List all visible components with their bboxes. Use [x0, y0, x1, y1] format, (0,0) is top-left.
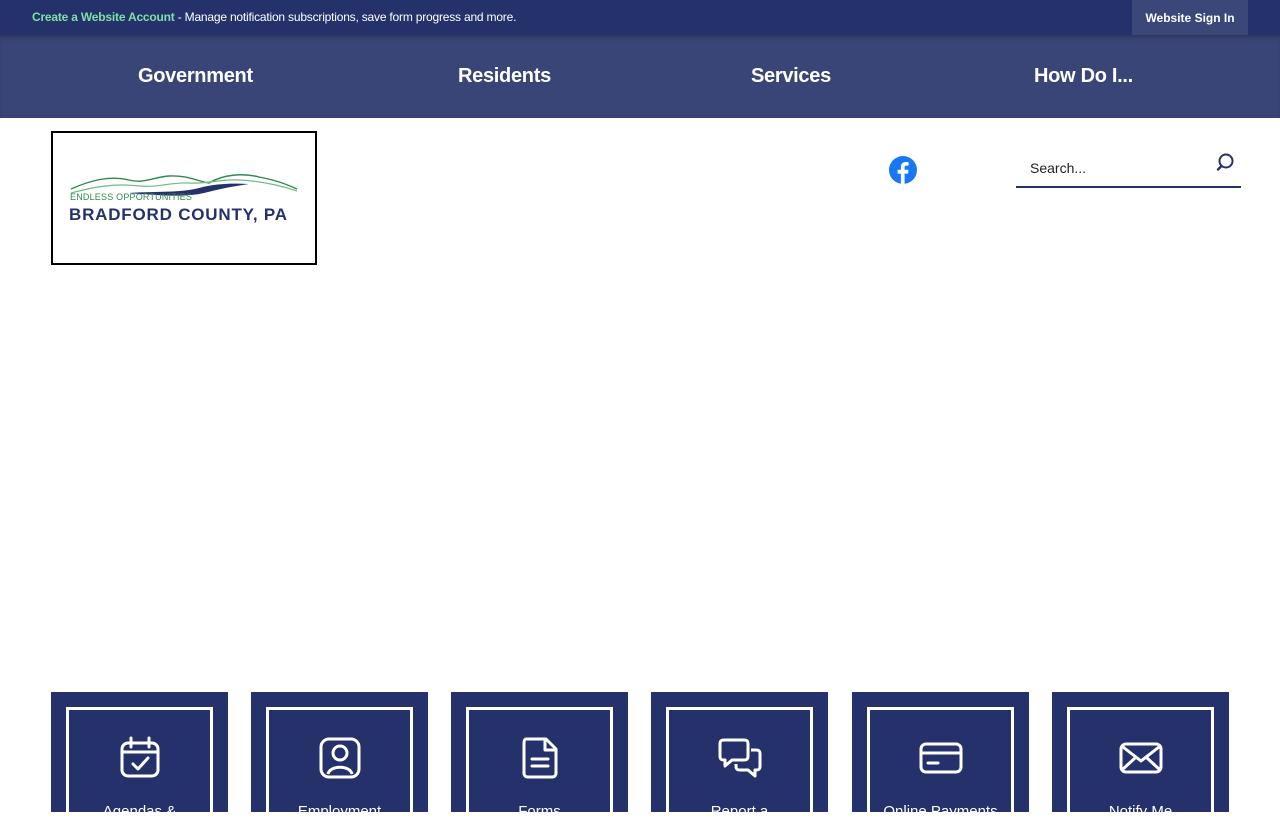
- tile-label: Forms: [518, 803, 561, 820]
- main-navigation: Government Residents Services How Do I..…: [0, 35, 1280, 118]
- account-message-text: - Manage notification subscriptions, sav…: [174, 10, 517, 24]
- site-logo[interactable]: ENDLESS OPPORTUNITIES BRADFORD COUNTY, P…: [51, 131, 317, 265]
- document-icon: [522, 737, 557, 779]
- quick-link-tile[interactable]: Notify Me: [1052, 692, 1229, 827]
- tile-frame: Employment: [266, 707, 413, 827]
- site-search: [1016, 148, 1241, 188]
- search-icon[interactable]: [1216, 152, 1238, 174]
- tile-label: Notify Me: [1108, 803, 1173, 820]
- credit-card-icon: [919, 742, 962, 774]
- calendar-check-icon: [120, 736, 159, 778]
- top-utility-bar: Create a Website Account - Manage notifi…: [0, 0, 1280, 35]
- account-message: Create a Website Account - Manage notifi…: [32, 10, 516, 24]
- logo-tagline: ENDLESS OPPORTUNITIES: [70, 192, 193, 202]
- nav-item-services[interactable]: Services: [751, 65, 831, 88]
- envelope-icon: [1119, 742, 1162, 774]
- tile-frame: Notify Me: [1067, 707, 1214, 827]
- search-input[interactable]: [1016, 154, 1206, 182]
- facebook-icon[interactable]: [889, 156, 917, 184]
- quick-link-tile[interactable]: Forms: [451, 692, 628, 827]
- chat-bubbles-icon: [718, 738, 761, 778]
- quick-links: Agendas & Employment Forms Report a Onli…: [0, 692, 1280, 827]
- tile-label: Report a: [710, 803, 769, 820]
- user-badge-icon: [319, 737, 360, 779]
- tile-frame: Forms: [466, 707, 613, 827]
- tile-label: Agendas &: [102, 803, 177, 820]
- quick-link-tile[interactable]: Employment: [251, 692, 428, 827]
- quick-link-tile[interactable]: Agendas &: [51, 692, 228, 827]
- create-account-link[interactable]: Create a Website Account: [32, 10, 175, 24]
- tile-frame: Report a: [666, 707, 813, 827]
- nav-item-government[interactable]: Government: [138, 65, 253, 88]
- tile-label: Employment: [297, 803, 382, 820]
- tile-frame: Online Payments: [867, 707, 1014, 827]
- quick-link-tile[interactable]: Online Payments: [852, 692, 1029, 827]
- website-sign-in-button[interactable]: Website Sign In: [1132, 0, 1248, 35]
- quick-link-tile[interactable]: Report a: [651, 692, 828, 827]
- tile-frame: Agendas &: [66, 707, 213, 827]
- nav-item-how-do-i[interactable]: How Do I...: [1034, 65, 1133, 88]
- tile-label: Online Payments: [883, 803, 998, 820]
- logo-county-name: BRADFORD COUNTY, PA: [69, 205, 288, 224]
- nav-item-residents[interactable]: Residents: [458, 65, 551, 88]
